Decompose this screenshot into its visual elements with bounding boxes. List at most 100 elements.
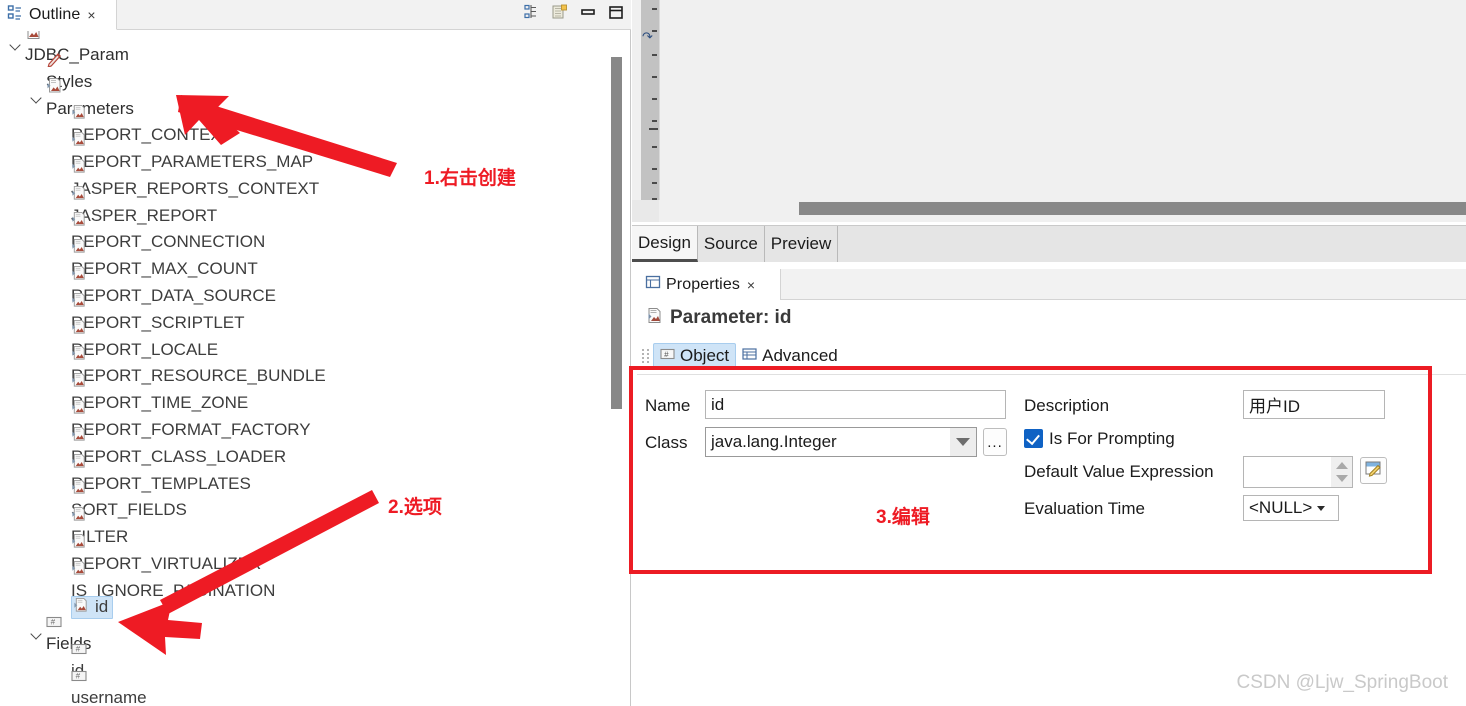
svg-text:#: #: [76, 672, 81, 681]
tree-item-username[interactable]: # username: [0, 670, 608, 706]
parameter-icon: [71, 131, 307, 152]
minimize-icon[interactable]: [579, 3, 597, 21]
editor-tab-strip: Design Source Preview: [632, 225, 1466, 262]
parameter-icon: [71, 211, 259, 232]
chevron-down-icon[interactable]: [1317, 505, 1326, 511]
parameter-icon: [71, 158, 313, 179]
parameter-icon: [71, 399, 305, 420]
tab-outline[interactable]: Outline ×: [0, 0, 117, 30]
subtab-advanced[interactable]: Advanced: [736, 344, 844, 368]
chevron-down-icon[interactable]: [30, 627, 43, 640]
close-icon[interactable]: ×: [747, 278, 755, 292]
spinner-up-icon[interactable]: [1335, 462, 1348, 469]
outline-icon: [7, 4, 24, 26]
parameters-folder-icon: [46, 77, 128, 99]
default-value-expression-input[interactable]: [1243, 456, 1353, 488]
parameter-icon: [71, 479, 181, 500]
spinner-down-icon[interactable]: [1335, 475, 1348, 482]
tab-source[interactable]: Source: [698, 226, 765, 262]
parameter-icon: [71, 560, 269, 581]
parameter-icon: [71, 104, 226, 125]
properties-tab-bar: Properties ×: [637, 269, 1466, 300]
tab-properties[interactable]: Properties ×: [637, 269, 781, 300]
spinner-buttons[interactable]: [1331, 457, 1352, 487]
parameter-icon: [71, 426, 280, 447]
name-label: Name: [645, 396, 691, 415]
class-combobox[interactable]: java.lang.Integer: [705, 427, 977, 457]
fields-folder-icon: #: [46, 614, 85, 634]
parameter-icon: [71, 319, 212, 340]
tab-design[interactable]: Design: [632, 226, 698, 262]
subtab-object[interactable]: # Object: [653, 343, 737, 369]
tab-source-label: Source: [703, 234, 758, 253]
maximize-icon[interactable]: [607, 3, 625, 21]
field-icon: #: [71, 641, 88, 661]
tree-item-label: username: [71, 687, 147, 706]
outline-scrollbar[interactable]: [609, 31, 623, 706]
evaluation-time-combobox[interactable]: <NULL>: [1243, 495, 1339, 521]
class-browse-button[interactable]: ...: [983, 428, 1007, 456]
name-input-value: id: [711, 394, 725, 414]
evaluation-time-value: <NULL>: [1249, 498, 1313, 517]
name-input[interactable]: id: [705, 390, 1006, 419]
parameter-icon: [71, 292, 239, 313]
design-canvas[interactable]: ↷: [632, 0, 1466, 222]
application-window: Outline × JDBC_Param Styles Parameters R…: [0, 0, 1466, 706]
object-icon: #: [660, 346, 675, 366]
parameter-icon: [646, 307, 663, 329]
advanced-icon: [742, 346, 757, 366]
parameter-icon: [71, 238, 252, 259]
tab-outline-label: Outline: [29, 5, 81, 23]
chevron-down-icon[interactable]: [30, 91, 43, 104]
is-for-prompting-checkbox[interactable]: [1024, 429, 1043, 448]
description-input-value: 用户ID: [1249, 397, 1300, 416]
tab-properties-label: Properties: [666, 275, 740, 293]
collapse-all-icon[interactable]: [551, 3, 569, 21]
tree-item-is-ignore-pagination[interactable]: IS_IGNORE_PAGINATION: [0, 560, 608, 600]
canvas-surface[interactable]: [659, 0, 1466, 200]
outline-tab-bar: Outline ×: [0, 0, 631, 30]
parameter-icon: [71, 453, 245, 474]
parameter-icon: [71, 185, 211, 206]
is-for-prompting-label: Is For Prompting: [1049, 429, 1175, 448]
tab-preview-label: Preview: [770, 234, 832, 253]
close-icon[interactable]: ×: [87, 8, 95, 22]
annotation-step-1: 1.右击创建: [424, 168, 516, 189]
watermark: CSDN @Ljw_SpringBoot: [1236, 672, 1449, 693]
evaluation-time-label: Evaluation Time: [1024, 499, 1145, 518]
outline-scrollbar-thumb[interactable]: [611, 57, 622, 409]
svg-text:#: #: [76, 645, 81, 654]
parameter-icon: [71, 506, 122, 527]
hierarchical-layout-icon[interactable]: [523, 3, 541, 21]
tab-design-label: Design: [638, 232, 691, 252]
canvas-horizontal-scrollbar-thumb[interactable]: [799, 202, 1466, 215]
divider: [637, 374, 1466, 375]
default-value-expression-value: [1244, 457, 1331, 487]
tab-preview[interactable]: Preview: [765, 226, 839, 262]
svg-text:#: #: [664, 351, 669, 360]
properties-subtab-strip: # Object Advanced: [637, 340, 1466, 372]
expression-editor-button[interactable]: [1360, 457, 1387, 484]
parameter-icon: [71, 533, 255, 554]
canvas-horizontal-scrollbar[interactable]: [659, 202, 1466, 215]
default-value-expression-label: Default Value Expression: [1024, 462, 1214, 481]
parameter-icon: [71, 372, 242, 393]
chevron-down-icon[interactable]: [9, 38, 22, 51]
chevron-down-icon[interactable]: [950, 428, 976, 456]
page-title: Parameter: id: [670, 307, 792, 328]
drag-handle[interactable]: [641, 345, 650, 367]
outline-tree[interactable]: JDBC_Param Styles Parameters REPORT_CONTEXT…: [0, 31, 608, 706]
description-input[interactable]: 用户ID: [1243, 390, 1385, 419]
